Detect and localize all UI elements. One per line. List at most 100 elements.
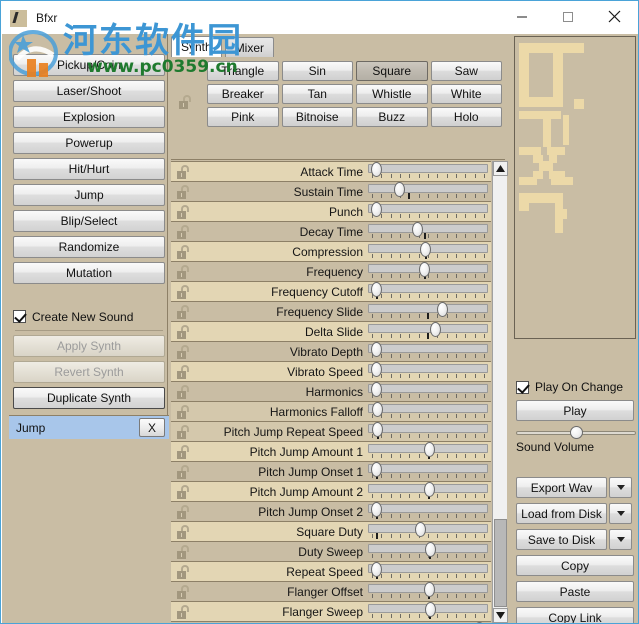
play-button[interactable]: Play xyxy=(516,400,634,421)
action-button-duplicate-synth[interactable]: Duplicate Synth xyxy=(13,387,165,409)
slider-knob[interactable] xyxy=(394,182,405,197)
padlock-open-icon[interactable] xyxy=(177,404,190,419)
waveform-button-tan[interactable]: Tan xyxy=(281,84,353,104)
padlock-open-icon[interactable] xyxy=(177,244,190,259)
slider-knob[interactable] xyxy=(371,502,382,517)
parameter-slider[interactable] xyxy=(368,562,488,580)
parameter-slider[interactable] xyxy=(368,342,488,360)
generator-button-blip-select[interactable]: Blip/Select xyxy=(13,210,165,232)
padlock-open-icon[interactable] xyxy=(177,424,190,439)
right-button-export-wav[interactable]: Export Wav xyxy=(516,477,607,498)
parameter-slider[interactable] xyxy=(368,602,488,620)
slider-knob[interactable] xyxy=(420,242,431,257)
right-button-copy-link[interactable]: Copy Link xyxy=(516,607,634,623)
padlock-open-icon[interactable] xyxy=(177,164,190,179)
parameter-slider[interactable] xyxy=(368,162,488,180)
waveform-button-square[interactable]: Square xyxy=(356,61,428,81)
slider-knob[interactable] xyxy=(424,442,435,457)
slider-knob[interactable] xyxy=(412,222,423,237)
parameter-slider[interactable] xyxy=(368,402,488,420)
parameter-slider[interactable] xyxy=(368,502,488,520)
slider-knob[interactable] xyxy=(371,462,382,477)
scroll-up-arrow[interactable] xyxy=(493,161,508,176)
parameter-slider[interactable] xyxy=(368,382,488,400)
parameter-scrollbar[interactable] xyxy=(492,161,508,623)
generator-button-explosion[interactable]: Explosion xyxy=(13,106,165,128)
dropdown-arrow-button[interactable] xyxy=(609,503,632,524)
waveform-button-saw[interactable]: Saw xyxy=(430,61,502,81)
parameter-slider[interactable] xyxy=(368,462,488,480)
parameter-slider[interactable] xyxy=(368,242,488,260)
slider-knob[interactable] xyxy=(372,402,383,417)
padlock-open-icon[interactable] xyxy=(177,344,190,359)
parameter-slider[interactable] xyxy=(368,522,488,540)
scroll-down-arrow[interactable] xyxy=(493,608,508,623)
right-button-paste[interactable]: Paste xyxy=(516,581,634,602)
parameter-slider[interactable] xyxy=(368,542,488,560)
slider-knob[interactable] xyxy=(371,362,382,377)
padlock-open-icon[interactable] xyxy=(177,444,190,459)
waveform-button-pink[interactable]: Pink xyxy=(207,107,279,127)
generator-button-jump[interactable]: Jump xyxy=(13,184,165,206)
parameter-slider[interactable] xyxy=(368,262,488,280)
padlock-open-icon[interactable] xyxy=(177,304,190,319)
remove-sound-button[interactable]: X xyxy=(139,418,165,437)
play-on-change-checkbox[interactable]: Play On Change xyxy=(516,380,623,394)
parameter-slider[interactable] xyxy=(368,442,488,460)
slider-knob[interactable] xyxy=(372,422,383,437)
slider-knob[interactable] xyxy=(371,162,382,177)
right-button-copy[interactable]: Copy xyxy=(516,555,634,576)
padlock-open-icon[interactable] xyxy=(177,604,190,619)
slider-knob[interactable] xyxy=(371,282,382,297)
dropdown-arrow-button[interactable] xyxy=(609,477,632,498)
padlock-open-icon[interactable] xyxy=(177,504,190,519)
waveform-button-sin[interactable]: Sin xyxy=(281,61,353,81)
scrollbar-thumb[interactable] xyxy=(494,519,507,607)
waveform-button-buzz[interactable]: Buzz xyxy=(356,107,428,127)
padlock-open-icon[interactable] xyxy=(177,544,190,559)
close-button[interactable] xyxy=(591,1,637,32)
slider-knob[interactable] xyxy=(424,482,435,497)
tab-mixer[interactable]: Mixer xyxy=(224,37,275,57)
generator-button-randomize[interactable]: Randomize xyxy=(13,236,165,258)
generator-button-pickup-coin[interactable]: Pickup/Coin xyxy=(13,54,165,76)
dropdown-arrow-button[interactable] xyxy=(609,529,632,550)
slider-knob[interactable] xyxy=(371,382,382,397)
slider-knob[interactable] xyxy=(424,582,435,597)
waveform-button-white[interactable]: White xyxy=(430,84,502,104)
parameter-slider[interactable] xyxy=(368,482,488,500)
slider-knob[interactable] xyxy=(437,302,448,317)
parameter-slider[interactable] xyxy=(368,322,488,340)
padlock-open-icon[interactable] xyxy=(177,264,190,279)
maximize-button[interactable] xyxy=(545,1,591,32)
parameter-slider[interactable] xyxy=(368,222,488,240)
padlock-open-icon[interactable] xyxy=(177,184,190,199)
slider-knob[interactable] xyxy=(425,542,436,557)
sound-volume-slider[interactable] xyxy=(516,426,636,440)
padlock-open-icon[interactable] xyxy=(177,284,190,299)
padlock-open-icon[interactable] xyxy=(177,564,190,579)
parameter-slider[interactable] xyxy=(368,302,488,320)
parameter-slider[interactable] xyxy=(368,182,488,200)
slider-knob[interactable] xyxy=(430,322,441,337)
waveform-button-breaker[interactable]: Breaker xyxy=(207,84,279,104)
slider-knob[interactable] xyxy=(474,622,485,623)
parameter-slider[interactable] xyxy=(368,282,488,300)
waveform-button-bitnoise[interactable]: Bitnoise xyxy=(281,107,353,127)
padlock-open-icon[interactable] xyxy=(177,224,190,239)
padlock-open-icon[interactable] xyxy=(177,464,190,479)
list-item[interactable]: Jump X xyxy=(9,416,169,439)
parameter-slider[interactable] xyxy=(368,422,488,440)
generator-button-powerup[interactable]: Powerup xyxy=(13,132,165,154)
generator-button-hit-hurt[interactable]: Hit/Hurt xyxy=(13,158,165,180)
create-new-sound-checkbox[interactable]: Create New Sound xyxy=(13,307,165,326)
right-button-load-from-disk[interactable]: Load from Disk xyxy=(516,503,607,524)
slider-knob[interactable] xyxy=(425,602,436,617)
right-button-save-to-disk[interactable]: Save to Disk xyxy=(516,529,607,550)
padlock-open-icon[interactable] xyxy=(177,324,190,339)
slider-knob[interactable] xyxy=(371,202,382,217)
slider-knob[interactable] xyxy=(415,522,426,537)
waveform-button-triangle[interactable]: Triangle xyxy=(207,61,279,81)
waveform-button-whistle[interactable]: Whistle xyxy=(356,84,428,104)
generator-button-laser-shoot[interactable]: Laser/Shoot xyxy=(13,80,165,102)
